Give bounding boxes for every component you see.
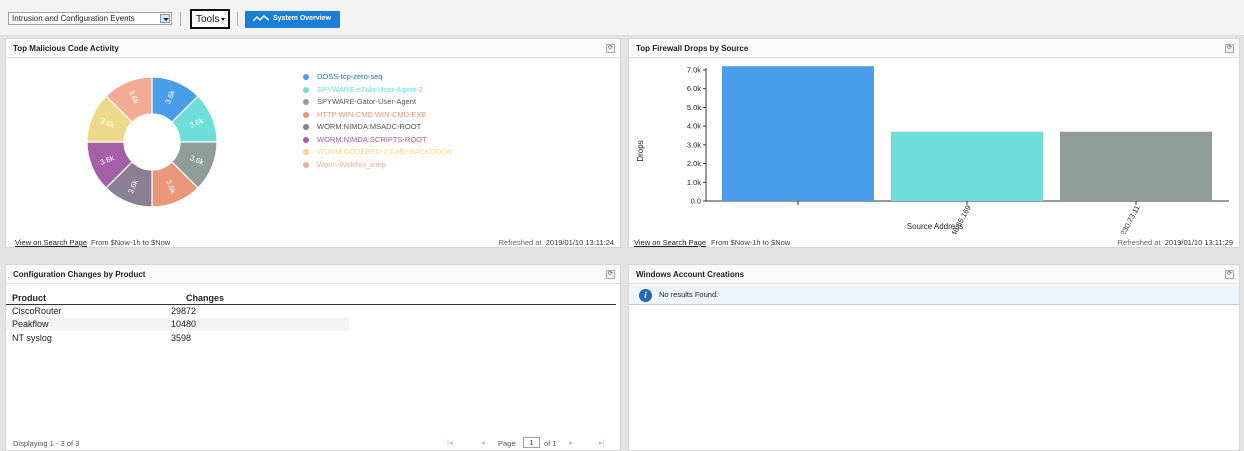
system-overview-label: System Overview [273,15,331,22]
y-tick-label: 5.0k [687,103,701,112]
cell-product: NT syslog [12,333,52,343]
bar[interactable] [1060,131,1212,201]
panel-header: Windows Account Creations ⟳ [629,265,1239,284]
y-tick-label: 6.0k [687,84,701,93]
table-row[interactable]: CiscoRouter 29872 [6,305,349,318]
trend-line-icon [253,15,269,22]
legend-swatch [303,161,309,168]
refreshed-time: 2019/01/10 13:11:29 [1164,238,1233,247]
x-tick-label: 29.230.73.11 [1114,204,1142,234]
page-label: Page [498,439,516,448]
table-header: Product Changes [6,293,616,305]
y-axis-title: Drops [636,140,645,161]
firewall-drops-panel: Top Firewall Drops by Source ⟳ 0.0 1.0k 2.… [628,38,1240,248]
dashboard-select-value: Intrusion and Configuration Events [12,14,135,23]
view-on-search-page-link[interactable]: View on Search Page [15,238,87,247]
legend-swatch [303,149,309,155]
no-results-banner: i No results Found. [629,285,1239,305]
last-page-icon[interactable]: ▸| [599,438,605,447]
bar-chart: 0.01.0k2.0k3.0k4.0k5.0k6.0k7.0k199.248.6… [636,66,1229,234]
legend-swatch [303,86,309,93]
legend-label: SPYWARE-eZula-User-Agent-2 [317,84,423,94]
y-tick-label: 1.0k [687,178,701,187]
legend-swatch [303,136,309,143]
dashboard-toolbar: Intrusion and Configuration Events Tools… [0,0,1244,36]
view-on-search-page-link[interactable]: View on Search Page [634,238,706,247]
windows-account-creations-panel: Windows Account Creations ⟳ i No results… [628,264,1240,451]
malicious-code-panel: Top Malicious Code Activity ⟳ 3.6k 3.6k 3.… [5,38,621,248]
column-header-changes[interactable]: Changes [186,293,224,303]
next-page-icon[interactable]: ▸ [569,438,573,447]
legend-label: WORM:CODERED-2:CMD-BACKDOOR [317,147,453,156]
tools-menu-button[interactable]: Tools [190,9,230,29]
first-page-icon[interactable]: |◂ [447,438,453,447]
panel-footer: View on Search Page From $Now-1h to $Now… [629,236,1239,250]
page-of-label: of 1 [544,439,557,448]
pagination-bar: Displaying 1 - 3 of 3 |◂ ◂ Page 1 of 1 ▸… [6,436,620,450]
refreshed-at: Refreshed at 2019/01/10 13:11:29 [1118,238,1233,247]
legend-label: WORM:NIMDA:MSADC-ROOT [317,122,422,131]
refreshed-at: Refreshed at 2019/01/10 13:11:24 [499,238,614,247]
refreshed-label: Refreshed at [498,238,542,247]
x-axis-title: Source Address [907,222,963,231]
tools-label: Tools [196,14,220,25]
y-tick-label: 2.0k [687,159,701,168]
panel-title: Top Firewall Drops by Source [636,44,749,53]
time-range: From $Now-1h to $Now [711,238,791,247]
displaying-count: Displaying 1 - 3 of 3 [13,439,80,448]
panel-footer: View on Search Page From $Now-1h to $Now… [6,236,620,250]
panel-title: Top Malicious Code Activity [13,44,119,53]
toolbar-divider [237,12,238,26]
toolbar-divider [180,12,181,26]
panel-header: Configuration Changes by Product ⟳ [6,265,620,284]
page-number-input[interactable]: 1 [523,437,540,448]
info-icon: i [639,289,652,302]
y-tick-label: 0.0 [691,197,701,206]
donut-chart: 3.6k3.6k3.6k3.6k3.6k3.6k3.6k3.6k [86,76,218,208]
legend-label: Worm-Welchia_icmp [317,159,386,169]
cell-changes: 10480 [171,319,197,329]
table-row[interactable]: NT syslog 3598 [6,332,349,345]
refresh-icon[interactable]: ⟳ [606,270,615,279]
panel-title: Configuration Changes by Product [13,270,146,279]
y-tick-label: 7.0k [687,66,701,75]
table-row[interactable]: Peakflow 10480 [6,318,349,331]
y-tick-label: 4.0k [687,122,701,131]
cell-product: Peakflow [12,319,49,329]
legend-label: HTTP:WIN-CMD:WIN-CMD-EXE [317,109,427,119]
bar[interactable] [891,131,1043,201]
legend-label: DOSS-tcp-zero-seq [317,72,383,81]
legend-swatch [303,99,309,105]
dashboard-select[interactable]: Intrusion and Configuration Events [8,12,172,25]
refresh-icon[interactable]: ⟳ [606,44,615,53]
cell-changes: 3598 [171,333,192,343]
panel-header: Top Firewall Drops by Source ⟳ [629,39,1239,58]
panel-header: Top Malicious Code Activity ⟳ [6,39,620,58]
no-results-message: No results Found. [659,290,719,299]
chevron-down-icon[interactable] [160,14,170,23]
refreshed-time: 2019/01/10 13:11:24 [545,238,614,247]
legend-label: WORM:NIMDA:SCRIPTS-ROOT [317,134,427,144]
prev-page-icon[interactable]: ◂ [481,438,485,447]
caret-down-icon [221,18,225,21]
panel-title: Windows Account Creations [636,270,745,279]
cell-changes: 29872 [171,306,197,316]
configuration-changes-panel: Configuration Changes by Product ⟳ Produ… [5,264,621,451]
y-tick-label: 3.0k [687,140,701,149]
legend-label: SPYWARE-Gator-User-Agent [317,97,416,106]
time-range: From $Now-1h to $Now [91,238,171,247]
refresh-icon[interactable]: ⟳ [1225,44,1234,53]
legend-swatch [303,111,309,118]
refreshed-label: Refreshed at [1117,238,1161,247]
column-header-product[interactable]: Product [12,293,46,303]
refresh-icon[interactable]: ⟳ [1225,270,1234,279]
legend-swatch [303,74,309,80]
bar[interactable] [722,66,874,201]
legend-swatch [303,124,309,130]
system-overview-button[interactable]: System Overview [245,11,340,28]
cell-product: CiscoRouter [12,306,62,316]
